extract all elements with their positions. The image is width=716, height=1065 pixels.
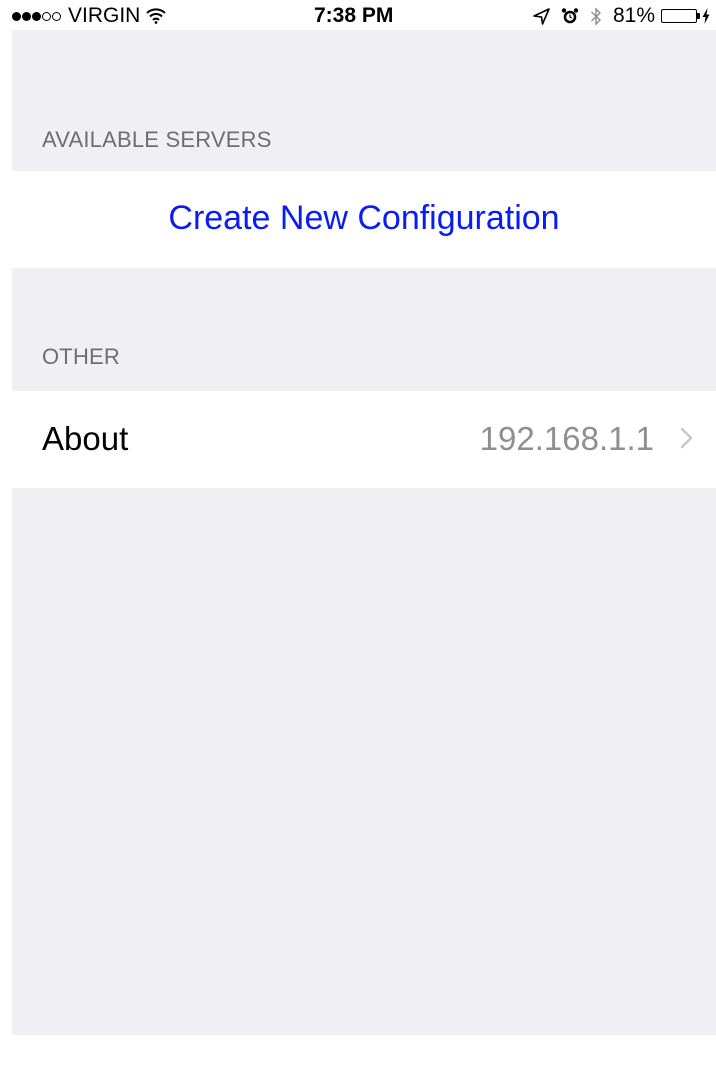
battery-icon — [661, 9, 700, 23]
status-bar-time: 7:38 PM — [314, 4, 394, 27]
status-bar: VIRGIN 7:38 PM 81% — [0, 0, 716, 30]
section-header-label: OTHER — [42, 344, 120, 369]
bluetooth-icon — [590, 6, 602, 26]
create-new-configuration-label: Create New Configuration — [168, 199, 560, 237]
status-bar-left: VIRGIN — [12, 4, 167, 28]
create-new-configuration-cell[interactable]: Create New Configuration — [12, 171, 716, 268]
about-detail-ip: 192.168.1.1 — [479, 420, 654, 457]
settings-table[interactable]: AVAILABLE SERVERS Create New Configurati… — [12, 30, 716, 1035]
about-label: About — [42, 420, 129, 457]
battery-percent: 81% — [612, 4, 655, 27]
charging-icon — [702, 8, 710, 24]
section-header-label: AVAILABLE SERVERS — [42, 127, 272, 152]
chevron-right-icon — [680, 427, 694, 449]
alarm-icon — [561, 7, 579, 25]
carrier-name: VIRGIN — [68, 4, 141, 27]
signal-strength-icon — [12, 11, 62, 21]
status-bar-right: 81% — [533, 4, 710, 28]
location-icon — [533, 7, 550, 25]
about-cell[interactable]: About 192.168.1.1 — [12, 391, 716, 488]
wifi-icon — [146, 8, 167, 24]
